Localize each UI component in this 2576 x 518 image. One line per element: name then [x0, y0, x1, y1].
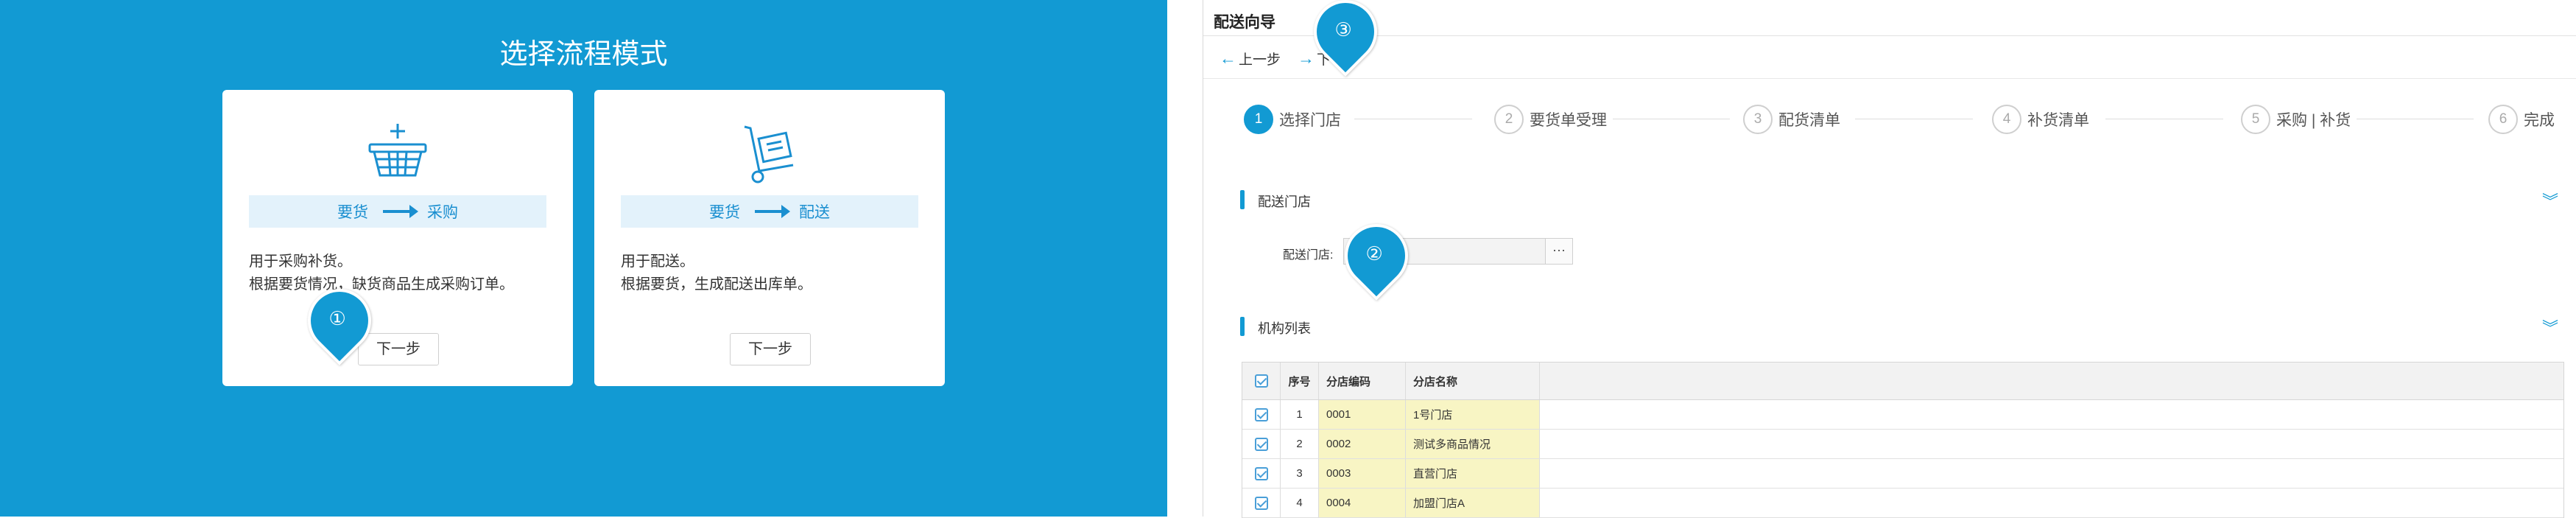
step-number: 5: [2241, 105, 2270, 134]
flow-strip: 要货 配送: [621, 195, 918, 228]
table-header: 序号 分店编码 分店名称: [1242, 363, 2563, 400]
table-row[interactable]: 4 0004 加盟门店A: [1242, 489, 2563, 518]
table-row[interactable]: 3 0003 直营门店: [1242, 459, 2563, 489]
store-field-label: 配送门店:: [1283, 249, 1334, 262]
purchase-mode-card[interactable]: 要货 采购 用于采购补货。 根据要货情况，缺货商品生成采购订单。 下一步: [222, 90, 573, 386]
row-name: 测试多商品情况: [1406, 430, 1540, 458]
flow-from: 要货: [709, 204, 740, 221]
step-label: 采购 | 补货: [2276, 108, 2357, 130]
step-order-accept[interactable]: 2 要货单受理: [1494, 103, 1613, 136]
arrow-left-icon: ←: [1220, 49, 1236, 68]
next-step-button[interactable]: 下一步: [358, 333, 439, 365]
wizard-nav: ←上一步 →下一步: [1203, 37, 2576, 79]
desc-line: 根据要货情况，缺货商品生成采购订单。: [249, 276, 514, 293]
org-table: 序号 分店编码 分店名称 1 0001 1号门店 2 0002 测试多商品情况 …: [1242, 362, 2564, 518]
step-number: 1: [1244, 105, 1273, 134]
row-code: 0004: [1319, 489, 1406, 517]
process-mode-panel: 选择流程模式 要货 采购 用于采购补货。 根据要货情况，缺货商品生成采购订单。 …: [0, 0, 1167, 517]
card-description: 用于采购补货。 根据要货情况，缺货商品生成采购订单。: [249, 251, 514, 296]
row-checkbox[interactable]: [1242, 430, 1281, 458]
next-step-button[interactable]: 下一步: [730, 333, 811, 365]
lookup-button[interactable]: ···: [1545, 238, 1573, 265]
prev-step-button[interactable]: ← 上一步: [1220, 49, 1281, 69]
step-label: 选择门店: [1279, 108, 1347, 130]
table-row[interactable]: 1 0001 1号门店: [1242, 400, 2563, 430]
col-name: 分店名称: [1406, 363, 1540, 399]
step-label: 补货清单: [2027, 108, 2095, 130]
chevron-double-down-icon[interactable]: ︾: [2542, 315, 2558, 339]
wizard-steps: 1 选择门店 2 要货单受理 3 配货清单 4 补货清单 5 采购 | 补货 6…: [1244, 103, 2562, 136]
row-checkbox[interactable]: [1242, 400, 1281, 429]
section-marker: [1240, 190, 1245, 209]
flow-strip: 要货 采购: [249, 195, 546, 228]
step-purchase-replenish[interactable]: 5 采购 | 补货: [2241, 103, 2357, 136]
arrow-right-icon: [755, 205, 790, 218]
row-name: 直营门店: [1406, 459, 1540, 488]
section-store: 配送门店 ︾: [1240, 189, 2558, 211]
row-name: 加盟门店A: [1406, 489, 1540, 517]
row-seq: 4: [1281, 489, 1319, 517]
desc-line: 根据要货，生成配送出库单。: [621, 276, 812, 293]
row-code: 0001: [1319, 400, 1406, 429]
row-seq: 3: [1281, 459, 1319, 488]
section-marker: [1240, 317, 1245, 336]
step-label: 要货单受理: [1530, 108, 1613, 130]
basket-add-icon: [222, 119, 573, 190]
flow-from: 要货: [337, 204, 368, 221]
row-seq: 1: [1281, 400, 1319, 429]
row-checkbox[interactable]: [1242, 489, 1281, 517]
callout-marker-2: ②: [1331, 211, 1421, 301]
row-name: 1号门店: [1406, 400, 1540, 429]
desc-line: 用于配送。: [621, 253, 694, 270]
chevron-double-down-icon[interactable]: ︾: [2542, 189, 2558, 212]
step-number: 3: [1743, 105, 1773, 134]
prev-label: 上一步: [1239, 52, 1281, 68]
section-org-list: 机构列表 ︾: [1240, 315, 2558, 337]
divider: [1167, 0, 1203, 517]
distribution-wizard: 配送向导 ←上一步 →下一步 1 选择门店 2 要货单受理 3 配货清单 4 补…: [1203, 0, 2576, 518]
section-title: 配送门店: [1258, 195, 1311, 209]
page-title: 选择流程模式: [499, 39, 668, 70]
section-title: 机构列表: [1258, 321, 1311, 336]
table-row[interactable]: 2 0002 测试多商品情况: [1242, 430, 2563, 459]
row-checkbox[interactable]: [1242, 459, 1281, 488]
row-code: 0002: [1319, 430, 1406, 458]
step-replenish-list[interactable]: 4 补货清单: [1992, 103, 2095, 136]
arrow-right-icon: →: [1298, 49, 1315, 68]
arrow-right-icon: [383, 205, 418, 218]
distribution-mode-card[interactable]: 要货 配送 用于配送。 根据要货，生成配送出库单。 下一步: [594, 90, 945, 386]
step-number: 4: [1992, 105, 2021, 134]
hand-truck-icon: [594, 119, 945, 190]
row-code: 0003: [1319, 459, 1406, 488]
step-distribution-list[interactable]: 3 配货清单: [1743, 103, 1846, 136]
col-seq: 序号: [1281, 363, 1319, 399]
wizard-title: 配送向导: [1214, 14, 1275, 31]
desc-line: 用于采购补货。: [249, 253, 352, 270]
col-code: 分店编码: [1319, 363, 1406, 399]
flow-to: 采购: [427, 204, 458, 221]
flow-to: 配送: [799, 204, 830, 221]
step-number: 2: [1494, 105, 1524, 134]
step-number: 6: [2488, 105, 2518, 134]
card-description: 用于配送。 根据要货，生成配送出库单。: [621, 251, 812, 296]
row-seq: 2: [1281, 430, 1319, 458]
step-finish[interactable]: 6 完成: [2488, 103, 2561, 136]
wizard-header: 配送向导: [1203, 0, 2576, 36]
step-label: 完成: [2524, 108, 2561, 130]
step-select-store[interactable]: 1 选择门店: [1244, 103, 1347, 136]
select-all-checkbox[interactable]: [1242, 363, 1281, 399]
step-label: 配货清单: [1778, 108, 1846, 130]
